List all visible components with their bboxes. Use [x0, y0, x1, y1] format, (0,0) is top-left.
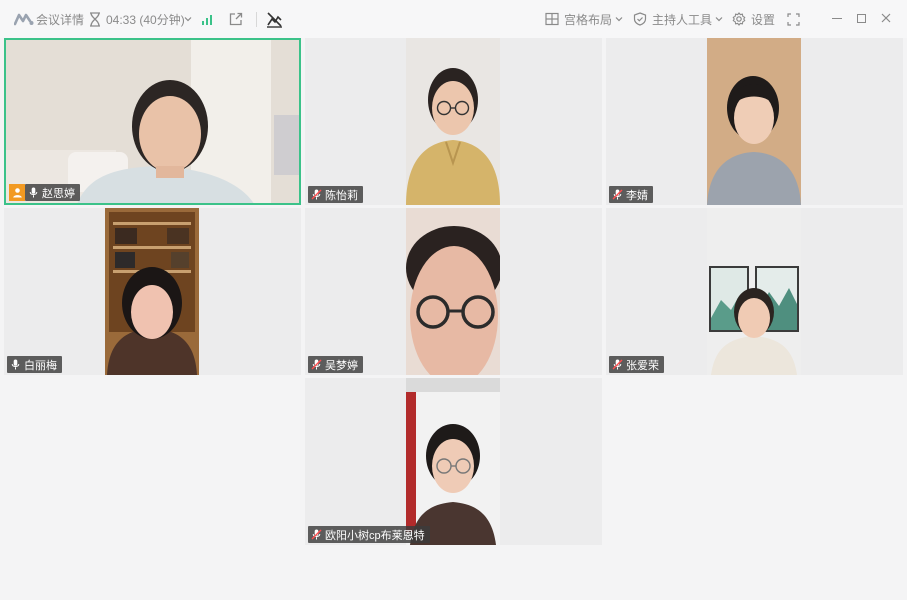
microphone-muted-icon: [612, 189, 623, 200]
participant-name-tag: 白丽梅: [7, 356, 62, 373]
host-badge: [9, 184, 25, 201]
participant-name-tag: 陈怡莉: [308, 186, 363, 203]
participant-name: 张爱荣: [626, 359, 659, 372]
participant-video: [707, 208, 801, 375]
app-logo-icon: [14, 13, 34, 26]
meeting-info-button[interactable]: 会议详情: [36, 0, 84, 38]
minimize-button[interactable]: [832, 18, 842, 19]
hourglass-icon: [90, 12, 100, 27]
participant-name: 吴梦婷: [325, 359, 358, 372]
toolbar-divider: [256, 12, 257, 27]
participant-name: 白丽梅: [24, 359, 57, 372]
microphone-icon: [11, 359, 20, 370]
meeting-timer[interactable]: 04:33 (40分钟): [106, 0, 185, 38]
maximize-button[interactable]: [857, 14, 866, 23]
network-signal-icon[interactable]: [201, 13, 215, 25]
microphone-muted-icon: [311, 189, 322, 200]
participant-video: [406, 38, 500, 205]
participant-video: [406, 378, 500, 545]
participant-video: [406, 208, 500, 375]
host-tools-label: 主持人工具: [652, 12, 713, 27]
meeting-info-label: 会议详情: [36, 12, 85, 27]
settings-button[interactable]: 设置: [732, 0, 775, 38]
settings-label: 设置: [751, 12, 776, 27]
participant-name-tag: 张爱荣: [609, 356, 664, 373]
title-bar: 会议详情 04:33 (40分钟) 宫格布局 主持人工具 设置: [0, 0, 907, 38]
grid-icon: [545, 12, 559, 26]
participant-name: 赵思婷: [42, 187, 75, 200]
video-tile[interactable]: 张爱荣: [606, 208, 903, 375]
participant-name: 陈怡莉: [325, 189, 358, 202]
chevron-down-icon: [715, 17, 723, 22]
microphone-muted-icon: [311, 529, 322, 540]
video-tile[interactable]: 吴梦婷: [305, 208, 602, 375]
video-tile-active-speaker[interactable]: 赵思婷: [4, 38, 301, 205]
fullscreen-icon[interactable]: [787, 13, 800, 26]
recording-off-icon[interactable]: [266, 11, 283, 28]
participant-video: [707, 38, 801, 205]
gear-icon: [732, 12, 746, 26]
grid-layout-button[interactable]: 宫格布局: [545, 0, 623, 38]
shield-icon: [633, 12, 647, 26]
video-tile[interactable]: 陈怡莉: [305, 38, 602, 205]
grid-layout-label: 宫格布局: [564, 12, 613, 27]
microphone-muted-icon: [311, 359, 322, 370]
chevron-down-icon: [615, 17, 623, 22]
participant-video: [6, 40, 299, 203]
microphone-muted-icon: [612, 359, 623, 370]
participant-name-tag: 赵思婷: [25, 184, 80, 201]
video-tile[interactable]: 李婧: [606, 38, 903, 205]
participant-video: [105, 208, 199, 375]
video-tile[interactable]: 白丽梅: [4, 208, 301, 375]
participant-name-tag: 吴梦婷: [308, 356, 363, 373]
microphone-icon: [29, 187, 38, 198]
host-user-icon: [12, 188, 22, 198]
video-tile[interactable]: 欧阳小树cp布莱恩特: [305, 378, 602, 545]
participant-name-tag: 李婧: [609, 186, 653, 203]
meeting-timer-text: 04:33 (40分钟): [106, 12, 185, 27]
close-icon[interactable]: [880, 12, 892, 24]
participant-name: 欧阳小树cp布莱恩特: [325, 529, 425, 542]
participant-name: 李婧: [626, 189, 648, 202]
chevron-down-icon[interactable]: [184, 15, 192, 23]
participant-name-tag: 欧阳小树cp布莱恩特: [308, 526, 430, 543]
share-icon[interactable]: [229, 12, 243, 26]
host-tools-button[interactable]: 主持人工具: [633, 0, 723, 38]
